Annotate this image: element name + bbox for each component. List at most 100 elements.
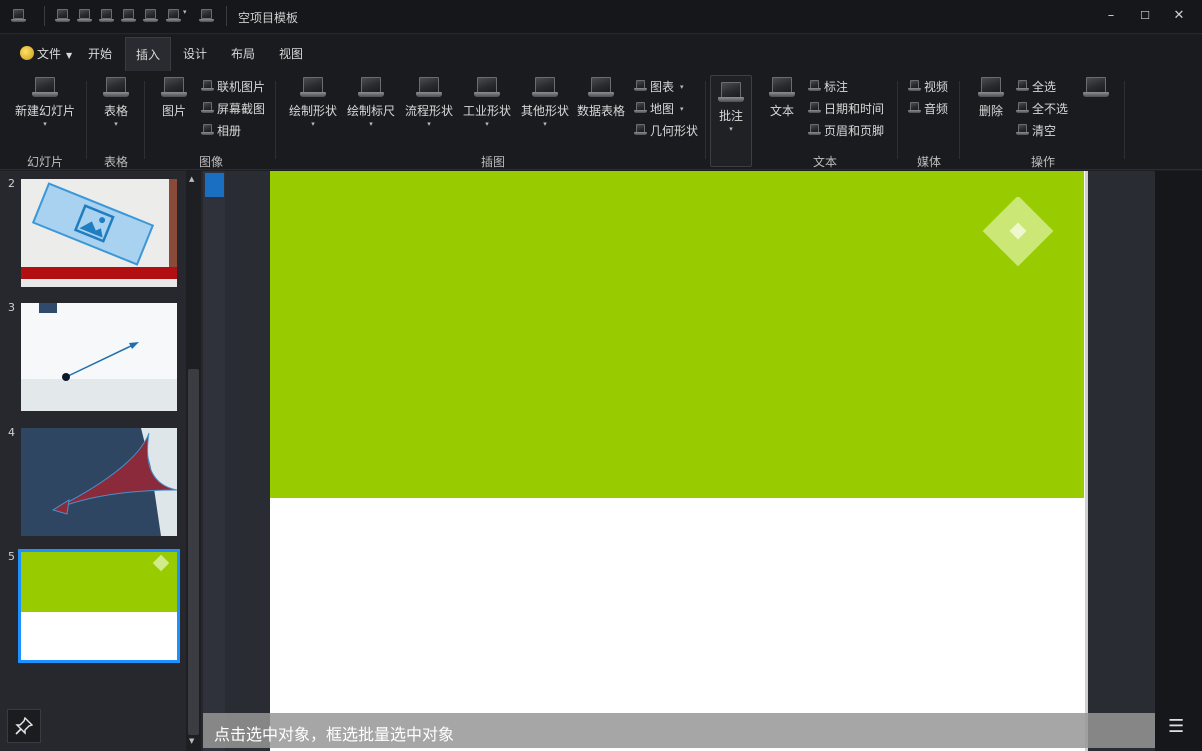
data-table-button[interactable]: 数据表格 xyxy=(575,77,627,119)
more-operation-button[interactable] xyxy=(1082,77,1110,102)
chevron-down-icon: ▾ xyxy=(427,120,431,128)
quick-open-icon[interactable] xyxy=(77,9,92,23)
table-icon xyxy=(103,77,129,99)
chevron-down-icon: ▾ xyxy=(114,120,118,128)
current-slide[interactable] xyxy=(270,171,1088,751)
slide-header-band[interactable] xyxy=(270,171,1084,498)
thumbnail-scrollbar[interactable]: ▲ ▼ xyxy=(186,171,201,751)
slide-5-preview xyxy=(21,552,177,660)
clear-button[interactable]: 清空 xyxy=(1016,122,1056,139)
chevron-down-icon: ▾ xyxy=(311,120,315,128)
flow-shape-button[interactable]: 流程形状 ▾ xyxy=(402,77,456,128)
chart-button[interactable]: 图表 ▾ xyxy=(634,78,684,95)
close-button[interactable]: ✕ xyxy=(1169,6,1189,26)
slide-canvas[interactable] xyxy=(203,171,1155,751)
hamburger-menu-icon[interactable]: ☰ xyxy=(1168,716,1184,737)
online-picture-button[interactable]: 联机图片 xyxy=(201,78,265,95)
other-shape-label: 其他形状 xyxy=(520,104,569,118)
file-menu[interactable]: 文件 ▼ xyxy=(10,37,82,71)
slide-3-preview xyxy=(21,303,177,411)
ruler-marker xyxy=(205,173,224,197)
callout-icon xyxy=(808,80,821,92)
draw-ruler-icon xyxy=(358,77,384,99)
deselect-all-button[interactable]: 全不选 xyxy=(1016,100,1068,117)
table-label: 表格 xyxy=(103,104,128,118)
picture-button[interactable]: 图片 xyxy=(154,77,194,119)
scrollbar-thumb[interactable] xyxy=(188,369,199,735)
select-all-button[interactable]: 全选 xyxy=(1016,78,1056,95)
table-button[interactable]: 表格 ▾ xyxy=(96,77,136,128)
vertical-ruler xyxy=(203,171,225,751)
album-button[interactable]: 相册 xyxy=(201,122,241,139)
chart-icon xyxy=(634,80,647,92)
draw-shape-label: 绘制形状 xyxy=(288,104,337,118)
industry-shape-icon xyxy=(474,77,500,99)
text-button[interactable]: 文本 xyxy=(765,77,799,119)
menu-bar: 文件 ▼ 开始 插入 设计 布局 视图 xyxy=(0,35,1202,71)
data-table-icon xyxy=(588,77,614,99)
clear-label: 清空 xyxy=(1032,124,1057,138)
annotation-button[interactable]: 批注 ▾ xyxy=(710,75,752,167)
group-label-table: 表格 xyxy=(104,155,129,169)
industry-shape-label: 工业形状 xyxy=(462,104,511,118)
slide-thumbnail-2[interactable] xyxy=(21,179,177,287)
draw-shape-button[interactable]: 绘制形状 ▾ xyxy=(286,77,340,128)
video-button[interactable]: 视频 xyxy=(908,78,948,95)
scroll-down-icon[interactable]: ▼ xyxy=(189,737,194,745)
geometry-label: 几何形状 xyxy=(650,124,699,138)
tab-layout[interactable]: 布局 xyxy=(221,37,265,71)
tab-design[interactable]: 设计 xyxy=(173,37,217,71)
tab-home[interactable]: 开始 xyxy=(78,37,122,71)
album-icon xyxy=(201,124,214,136)
screenshot-label: 屏幕截图 xyxy=(217,102,266,116)
delete-icon xyxy=(978,77,1004,99)
audio-button[interactable]: 音频 xyxy=(908,100,948,117)
pin-button[interactable] xyxy=(7,709,41,743)
pin-icon xyxy=(15,716,34,735)
map-button[interactable]: 地图 ▾ xyxy=(634,100,684,117)
draw-ruler-button[interactable]: 绘制标尺 ▾ xyxy=(344,77,398,128)
maximize-button[interactable]: ☐ xyxy=(1135,6,1155,26)
group-label-text: 文本 xyxy=(813,155,838,169)
deselect-all-icon xyxy=(1016,102,1029,114)
slide-thumbnail-5[interactable] xyxy=(18,549,180,663)
scroll-up-icon[interactable]: ▲ xyxy=(189,175,194,183)
chevron-down-icon: ▾ xyxy=(543,120,547,128)
tab-insert[interactable]: 插入 xyxy=(125,37,172,71)
picture-icon xyxy=(161,77,187,99)
new-slide-button[interactable]: 新建幻灯片 ▾ xyxy=(12,77,78,128)
callout-button[interactable]: 标注 xyxy=(808,78,848,95)
quick-saveas-icon[interactable] xyxy=(121,9,136,23)
geometry-button[interactable]: 几何形状 xyxy=(634,122,698,139)
chevron-down-icon: ▾ xyxy=(729,125,733,133)
delete-button[interactable]: 删除 xyxy=(974,77,1008,119)
quick-save-icon[interactable] xyxy=(99,9,114,23)
divider xyxy=(86,81,87,159)
decorative-diamond-icon xyxy=(982,197,1054,267)
screenshot-button[interactable]: 屏幕截图 xyxy=(201,100,265,117)
new-slide-label: 新建幻灯片 xyxy=(14,104,75,118)
tab-view[interactable]: 视图 xyxy=(269,37,313,71)
more-operation-icon xyxy=(1083,77,1109,99)
draw-ruler-label: 绘制标尺 xyxy=(346,104,395,118)
datetime-button[interactable]: 日期和时间 xyxy=(808,100,884,117)
slide-thumbnail-4[interactable] xyxy=(21,428,177,536)
annotation-icon xyxy=(718,82,744,104)
hint-bar: 点击选中对象，框选批量选中对象 xyxy=(203,713,1155,748)
quick-redo-icon[interactable] xyxy=(199,9,214,23)
slide-thumbnail-3[interactable] xyxy=(21,303,177,411)
minimize-button[interactable]: – xyxy=(1101,6,1121,26)
quick-print-icon[interactable] xyxy=(143,9,158,23)
undo-dropdown-icon[interactable]: ▾ xyxy=(183,8,187,16)
header-footer-label: 页眉和页脚 xyxy=(824,124,885,138)
quick-undo-icon[interactable] xyxy=(166,9,181,23)
ribbon: 新建幻灯片 ▾ 幻灯片 表格 ▾ 表格 图片 联机图片 屏幕截图 相册 图像 绘… xyxy=(0,71,1202,170)
header-footer-button[interactable]: 页眉和页脚 xyxy=(808,122,884,139)
chevron-down-icon: ▾ xyxy=(680,105,684,113)
app-icon xyxy=(11,9,26,23)
quick-new-icon[interactable] xyxy=(55,9,70,23)
datetime-label: 日期和时间 xyxy=(824,102,885,116)
other-shape-button[interactable]: 其他形状 ▾ xyxy=(518,77,572,128)
industry-shape-button[interactable]: 工业形状 ▾ xyxy=(460,77,514,128)
video-label: 视频 xyxy=(924,80,949,94)
